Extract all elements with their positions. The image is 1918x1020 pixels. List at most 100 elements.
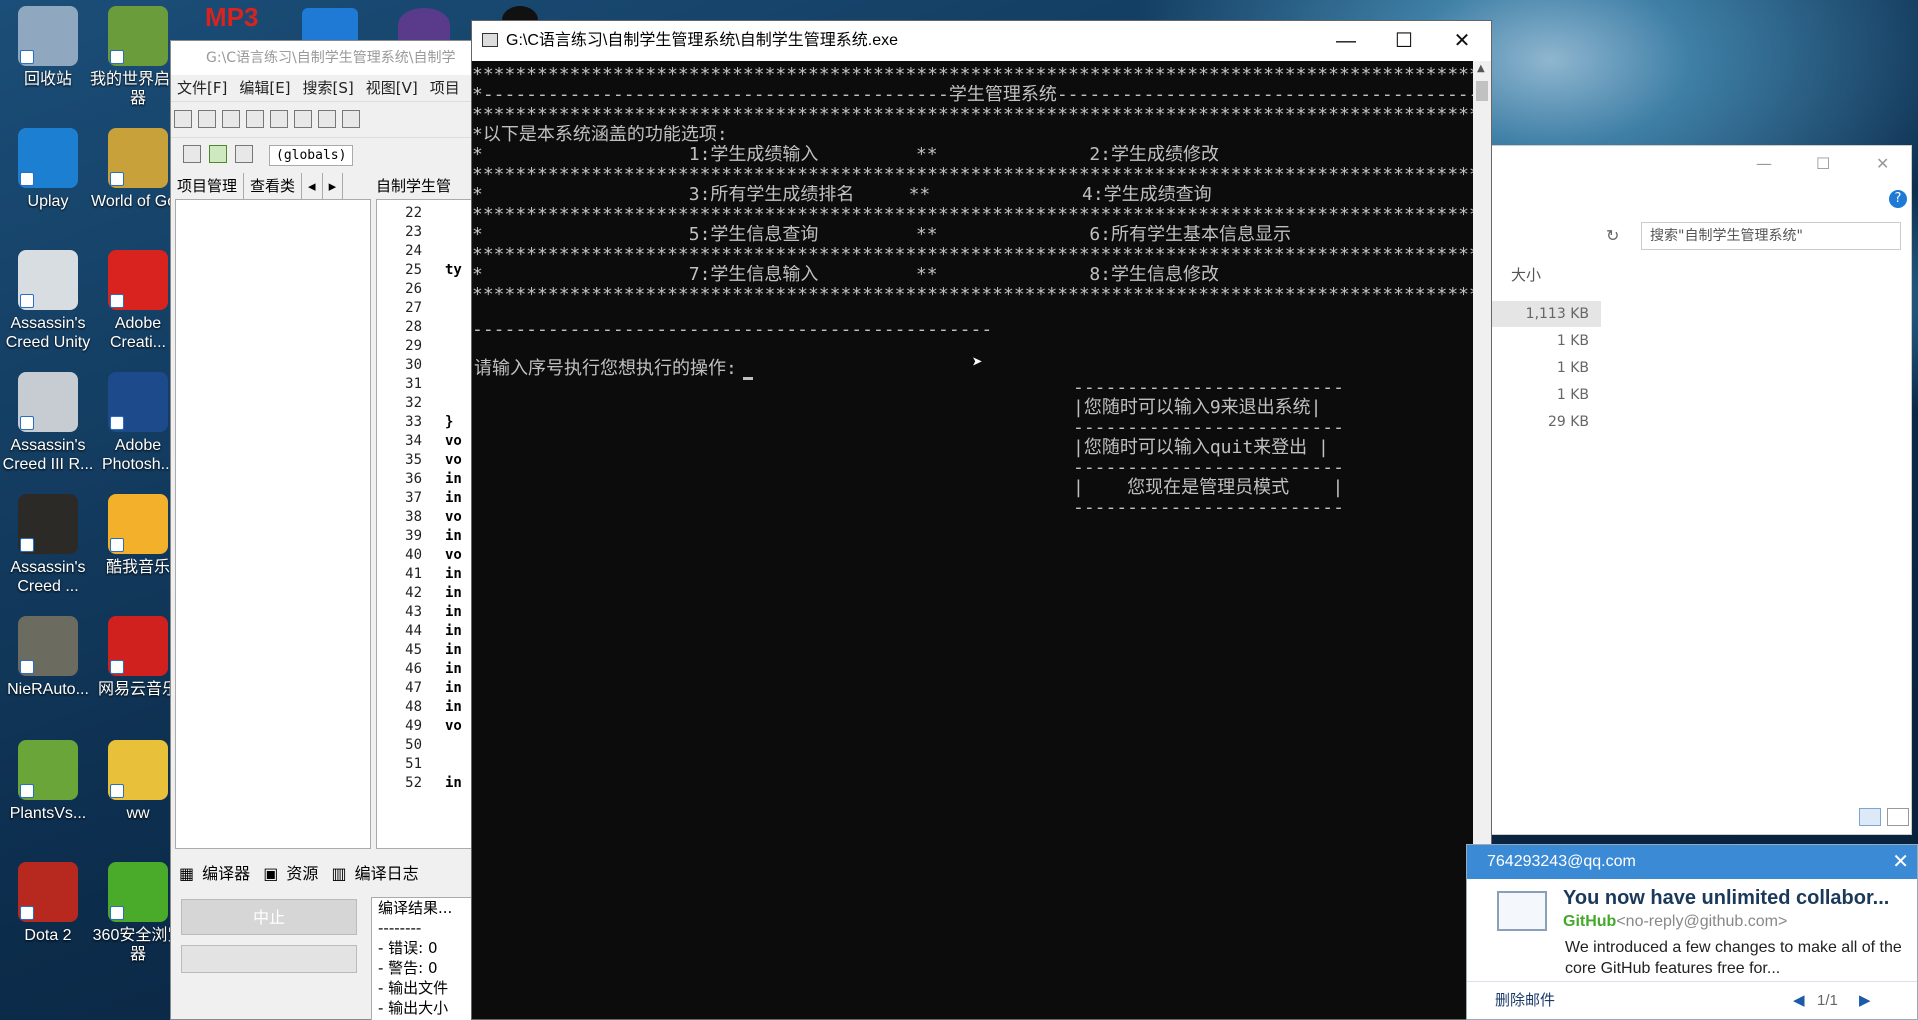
line-number: 32: [405, 395, 422, 411]
refresh-icon[interactable]: ↻: [1606, 226, 1619, 245]
code-line: in: [445, 642, 462, 658]
line-number: 42: [405, 585, 422, 601]
shortcut-arrow-icon: [110, 294, 124, 308]
console-screen[interactable]: ****************************************…: [472, 61, 1473, 1020]
ide-toolbar-2: (globals): [171, 137, 484, 173]
code-file-tab[interactable]: 自制学生管: [376, 173, 451, 199]
close-all-icon[interactable]: [294, 110, 312, 128]
line-number: 35: [405, 452, 422, 468]
menu-view[interactable]: 视图[V]: [366, 79, 418, 97]
tab-class-browser[interactable]: 查看类: [244, 173, 303, 199]
line-number: 25: [405, 262, 422, 278]
console-line: ****************************************…: [472, 205, 1473, 225]
desktop-icon[interactable]: Assassin's Creed ...: [0, 494, 96, 596]
line-number: 27: [405, 300, 422, 316]
desktop-icon[interactable]: PlantsVs...: [0, 740, 96, 823]
stop-button[interactable]: 中止: [181, 899, 357, 935]
tab-compile-log[interactable]: 编译日志: [355, 864, 419, 883]
shortcut-arrow-icon: [20, 172, 34, 186]
details-view-icon[interactable]: [1859, 808, 1881, 826]
app-icon: [108, 6, 168, 66]
app-icon: [18, 250, 78, 310]
line-number: 23: [405, 224, 422, 240]
shortcut-arrow-icon: [110, 784, 124, 798]
line-number: 41: [405, 566, 422, 582]
tab-next-icon[interactable]: ▸: [323, 173, 344, 199]
console-title: G:\C语言练习\自制学生管理系统\自制学生管理系统.exe: [506, 32, 899, 49]
code-line: in: [445, 471, 462, 487]
line-number: 44: [405, 623, 422, 639]
desktop-icon[interactable]: Dota 2: [0, 862, 96, 945]
menu-file[interactable]: 文件[F]: [177, 79, 227, 97]
menu-edit[interactable]: 编辑[E]: [239, 79, 290, 97]
shortcut-arrow-icon: [20, 538, 34, 552]
menu-project[interactable]: 项目: [430, 79, 460, 97]
console-maximize-button[interactable]: ☐: [1375, 21, 1433, 61]
explorer-close-button[interactable]: ✕: [1876, 154, 1889, 173]
scroll-thumb[interactable]: [1476, 81, 1488, 101]
column-size[interactable]: 大小: [1511, 264, 1541, 285]
scroll-up-icon[interactable]: ▲: [1477, 63, 1485, 74]
code-editor[interactable]: 22 23 24 25 26 27 28 29 30 31 32 33 34 35 36 37 38 39 40 41…: [376, 199, 486, 849]
undo-icon[interactable]: [342, 110, 360, 128]
line-number: 29: [405, 338, 422, 354]
run-icon[interactable]: [209, 145, 227, 163]
shortcut-arrow-icon: [20, 906, 34, 920]
notification-close-icon[interactable]: ✕: [1892, 845, 1909, 879]
tab-compiler[interactable]: 编译器: [202, 864, 250, 883]
desktop-icon[interactable]: Assassin's Creed Unity: [0, 250, 96, 352]
file-size-5[interactable]: 29 KB: [1491, 409, 1601, 435]
console-minimize-button[interactable]: —: [1317, 21, 1375, 61]
desktop-icon[interactable]: 回收站: [0, 6, 96, 89]
save-all-icon[interactable]: [246, 110, 264, 128]
next-mail-icon[interactable]: ▶: [1859, 982, 1871, 1020]
mail-notification[interactable]: 764293243@qq.com ✕ You now have unlimite…: [1466, 844, 1918, 1020]
file-size-4[interactable]: 1 KB: [1491, 382, 1601, 408]
app-icon: [108, 740, 168, 800]
tab-project-manager[interactable]: 项目管理: [171, 173, 245, 199]
mouse-pointer-icon: ➤: [972, 352, 983, 373]
mail-subject[interactable]: You now have unlimited collabor...: [1563, 887, 1889, 910]
close-file-icon[interactable]: [270, 110, 288, 128]
desktop-icon[interactable]: Assassin's Creed III R...: [0, 372, 96, 474]
file-size-1[interactable]: 1,113 KB: [1491, 301, 1601, 327]
file-size-2[interactable]: 1 KB: [1491, 328, 1601, 354]
ide-toolbar: [171, 101, 484, 137]
menu-search[interactable]: 搜索[S]: [303, 79, 354, 97]
app-icon: [18, 862, 78, 922]
scope-select[interactable]: (globals): [269, 145, 354, 166]
line-number: 39: [405, 528, 422, 544]
explorer-minimize-button[interactable]: —: [1756, 154, 1772, 173]
tab-prev-icon[interactable]: ◂: [302, 173, 323, 199]
game-icon[interactable]: [398, 8, 450, 42]
delete-mail-link[interactable]: 删除邮件: [1495, 992, 1555, 1009]
console-close-button[interactable]: ✕: [1433, 21, 1491, 61]
large-icons-view-icon[interactable]: [1887, 808, 1909, 826]
desktop-icon[interactable]: Uplay: [0, 128, 96, 211]
notification-footer: 删除邮件 ◀ 1/1 ▶: [1467, 981, 1917, 1019]
tab-resources[interactable]: 资源: [286, 864, 318, 883]
line-number: 52: [405, 775, 422, 791]
desktop-icon[interactable]: NieRAuto...: [0, 616, 96, 699]
search-input[interactable]: 搜索"自制学生管理系统": [1641, 222, 1901, 250]
debug-icon[interactable]: [235, 145, 253, 163]
prev-mail-icon[interactable]: ◀: [1793, 982, 1805, 1020]
line-number: 43: [405, 604, 422, 620]
app-icon: [18, 128, 78, 188]
code-line: vo: [445, 452, 462, 468]
open-icon[interactable]: [198, 110, 216, 128]
new-file-icon[interactable]: [174, 110, 192, 128]
desktop-icon-label: Assassin's Creed ...: [10, 559, 86, 595]
compile-icon[interactable]: [183, 145, 201, 163]
save-icon[interactable]: [222, 110, 240, 128]
mp3-icon[interactable]: MP3: [205, 2, 275, 42]
edge-icon[interactable]: [302, 8, 358, 42]
file-size-3[interactable]: 1 KB: [1491, 355, 1601, 381]
explorer-maximize-button[interactable]: ☐: [1816, 154, 1830, 173]
print-icon[interactable]: [318, 110, 336, 128]
help-icon[interactable]: ?: [1889, 190, 1907, 208]
console-line: *以下是本系统涵盖的功能选项: *: [472, 125, 728, 145]
shortcut-arrow-icon: [20, 50, 34, 64]
